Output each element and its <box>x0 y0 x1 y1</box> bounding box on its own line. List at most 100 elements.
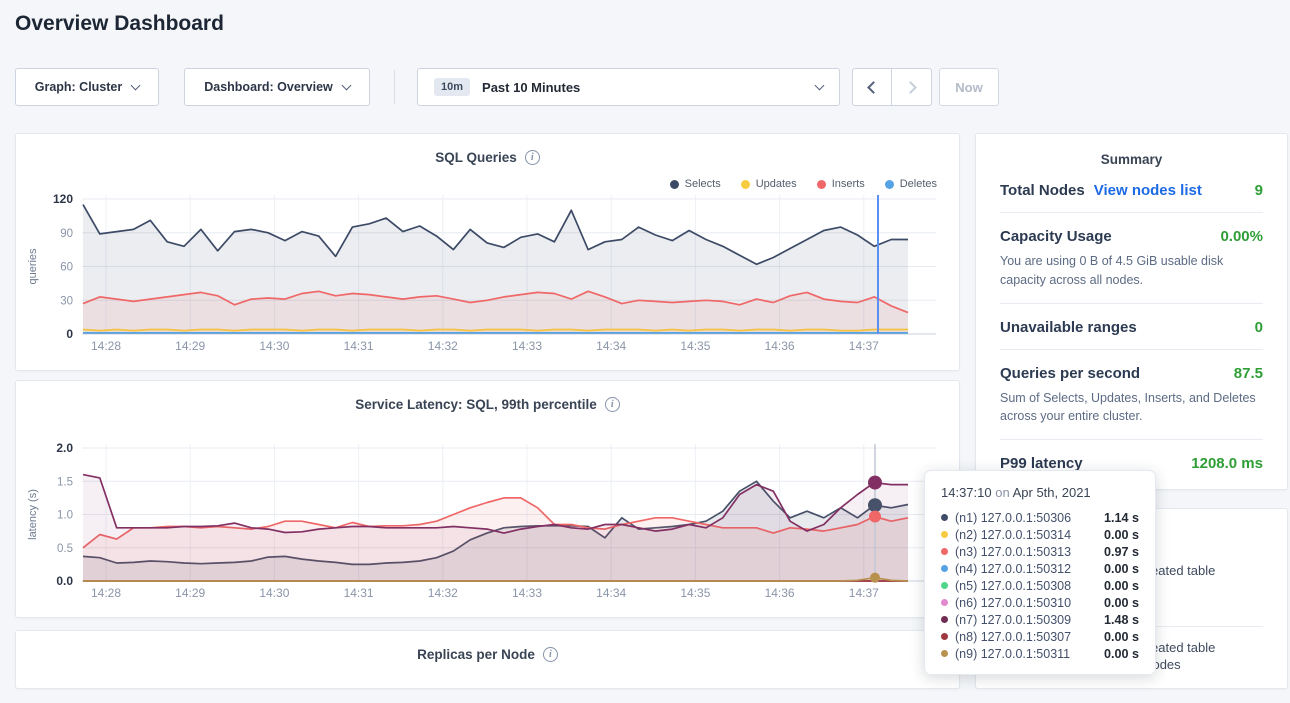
series-dot-icon <box>941 548 948 555</box>
tooltip-node-latency: 1.14 s <box>1104 511 1139 525</box>
tooltip-node-address: (n4) 127.0.0.1:50312 <box>955 562 1097 576</box>
legend-dot-icon <box>670 180 679 189</box>
svg-text:14:37: 14:37 <box>849 339 879 353</box>
time-prev-button[interactable] <box>852 68 892 106</box>
chevron-left-icon <box>867 81 880 94</box>
tooltip-row: (n4) 127.0.0.1:50312 0.00 s <box>941 560 1139 577</box>
legend-label: Inserts <box>832 178 865 190</box>
tooltip-node-latency: 0.00 s <box>1104 579 1139 593</box>
info-icon[interactable]: i <box>525 150 540 165</box>
svg-text:14:29: 14:29 <box>175 339 205 353</box>
tooltip-row: (n8) 127.0.0.1:50307 0.00 s <box>941 628 1139 645</box>
tooltip-node-latency: 0.00 s <box>1104 562 1139 576</box>
tooltip-rows: (n1) 127.0.0.1:503061.14 s(n2) 127.0.0.1… <box>941 509 1139 662</box>
unavailable-ranges-value: 0 <box>1255 319 1263 336</box>
p99-latency-value: 1208.0 ms <box>1191 455 1263 472</box>
summary-row-total-nodes: Total Nodes View nodes list 9 <box>1000 167 1263 213</box>
chevron-right-icon <box>904 81 917 94</box>
svg-text:latency (s): latency (s) <box>27 489 39 540</box>
tooltip-row: (n1) 127.0.0.1:503061.14 s <box>941 509 1139 526</box>
tooltip-node-latency: 0.00 s <box>1104 596 1139 610</box>
series-dot-icon <box>941 633 948 640</box>
tooltip-row: (n5) 127.0.0.1:50308 0.00 s <box>941 577 1139 594</box>
graph-dropdown-label: Graph: Cluster <box>35 80 123 94</box>
tooltip-row: (n2) 127.0.0.1:503140.00 s <box>941 526 1139 543</box>
series-dot-icon <box>941 531 948 538</box>
tooltip-timestamp: 14:37:10 on Apr 5th, 2021 <box>941 485 1139 500</box>
replicas-per-node-panel: Replicas per Node i <box>15 630 960 689</box>
total-nodes-value: 9 <box>1255 182 1263 199</box>
summary-row-unavailable-ranges: Unavailable ranges 0 <box>1000 304 1263 350</box>
summary-row-queries-per-second: Queries per second 87.5 Sum of Selects, … <box>1000 350 1263 441</box>
svg-text:14:34: 14:34 <box>596 586 626 600</box>
tooltip-date: Apr 5th, 2021 <box>1013 485 1091 500</box>
series-dot-icon <box>941 565 948 572</box>
summary-row-capacity-usage: Capacity Usage 0.00% You are using 0 B o… <box>1000 213 1263 304</box>
unavailable-ranges-label: Unavailable ranges <box>1000 319 1137 336</box>
svg-text:0.5: 0.5 <box>57 543 73 555</box>
queries-per-second-value: 87.5 <box>1234 365 1263 382</box>
svg-text:14:35: 14:35 <box>680 586 710 600</box>
sql-queries-panel: SQL Queries i SelectsUpdatesInsertsDelet… <box>15 133 960 371</box>
svg-text:120: 120 <box>53 194 73 206</box>
series-dot-icon <box>941 650 948 657</box>
capacity-usage-subtext: You are using 0 B of 4.5 GiB usable disk… <box>1000 252 1263 290</box>
time-range-badge: 10m <box>434 78 470 96</box>
series-dot-icon <box>941 582 948 589</box>
svg-text:30: 30 <box>60 295 73 307</box>
now-button[interactable]: Now <box>939 68 999 106</box>
queries-per-second-label: Queries per second <box>1000 365 1140 382</box>
legend-dot-icon <box>885 180 894 189</box>
svg-text:14:31: 14:31 <box>344 339 374 353</box>
tooltip-node-address: (n3) 127.0.0.1:50313 <box>955 545 1097 559</box>
info-icon[interactable]: i <box>543 647 558 662</box>
svg-text:14:33: 14:33 <box>512 586 542 600</box>
svg-text:14:34: 14:34 <box>596 339 626 353</box>
summary-panel: Summary Total Nodes View nodes list 9 Ca… <box>975 133 1288 490</box>
svg-text:14:32: 14:32 <box>428 586 458 600</box>
svg-text:0: 0 <box>66 327 73 341</box>
tooltip-node-latency: 0.00 s <box>1104 630 1139 644</box>
legend-item-updates[interactable]: Updates <box>741 178 797 190</box>
view-nodes-list-link[interactable]: View nodes list <box>1094 182 1202 199</box>
service-latency-panel: Service Latency: SQL, 99th percentile i … <box>15 380 960 618</box>
series-dot-icon <box>941 616 948 623</box>
sql-chart-legend: Selects Updates Inserts Deletes <box>670 178 937 190</box>
capacity-usage-value: 0.00% <box>1220 228 1263 245</box>
info-icon[interactable]: i <box>605 397 620 412</box>
time-range-selector[interactable]: 10m Past 10 Minutes <box>417 68 840 106</box>
svg-text:14:29: 14:29 <box>175 586 205 600</box>
dashboard-dropdown-label: Dashboard: Overview <box>204 80 333 94</box>
summary-title: Summary <box>976 134 1287 167</box>
chart-hover-tooltip: 14:37:10 on Apr 5th, 2021 (n1) 127.0.0.1… <box>924 470 1156 675</box>
graph-dropdown[interactable]: Graph: Cluster <box>15 68 159 106</box>
sql-queries-chart[interactable]: 14:2814:2914:3014:3114:3214:3314:3414:35… <box>16 194 961 374</box>
tooltip-row: (n6) 127.0.0.1:50310 0.00 s <box>941 594 1139 611</box>
service-latency-chart[interactable]: 14:2814:2914:3014:3114:3214:3314:3414:35… <box>16 436 961 621</box>
tooltip-node-address: (n9) 127.0.0.1:50311 <box>955 647 1097 661</box>
legend-item-selects[interactable]: Selects <box>670 178 721 190</box>
tooltip-node-latency: 0.97 s <box>1104 545 1139 559</box>
legend-label: Selects <box>685 178 721 190</box>
tooltip-node-address: (n6) 127.0.0.1:50310 <box>955 596 1097 610</box>
legend-item-deletes[interactable]: Deletes <box>885 178 937 190</box>
svg-text:14:37: 14:37 <box>849 586 879 600</box>
tooltip-node-address: (n8) 127.0.0.1:50307 <box>955 630 1097 644</box>
tooltip-node-latency: 0.00 s <box>1104 647 1139 661</box>
svg-text:2.0: 2.0 <box>56 441 73 455</box>
legend-item-inserts[interactable]: Inserts <box>817 178 865 190</box>
queries-per-second-subtext: Sum of Selects, Updates, Inserts, and De… <box>1000 389 1263 427</box>
time-range-label: Past 10 Minutes <box>482 80 804 95</box>
tooltip-node-latency: 1.48 s <box>1104 613 1139 627</box>
dashboard-dropdown[interactable]: Dashboard: Overview <box>184 68 370 106</box>
svg-text:1.0: 1.0 <box>57 510 73 522</box>
tooltip-node-latency: 0.00 s <box>1104 528 1139 542</box>
svg-text:14:36: 14:36 <box>765 339 795 353</box>
series-dot-icon <box>941 514 948 521</box>
chevron-down-icon <box>341 80 351 90</box>
time-next-button[interactable] <box>892 68 932 106</box>
tooltip-on-text: on <box>995 485 1009 500</box>
svg-text:90: 90 <box>60 228 73 240</box>
svg-text:14:31: 14:31 <box>344 586 374 600</box>
tooltip-node-address: (n5) 127.0.0.1:50308 <box>955 579 1097 593</box>
